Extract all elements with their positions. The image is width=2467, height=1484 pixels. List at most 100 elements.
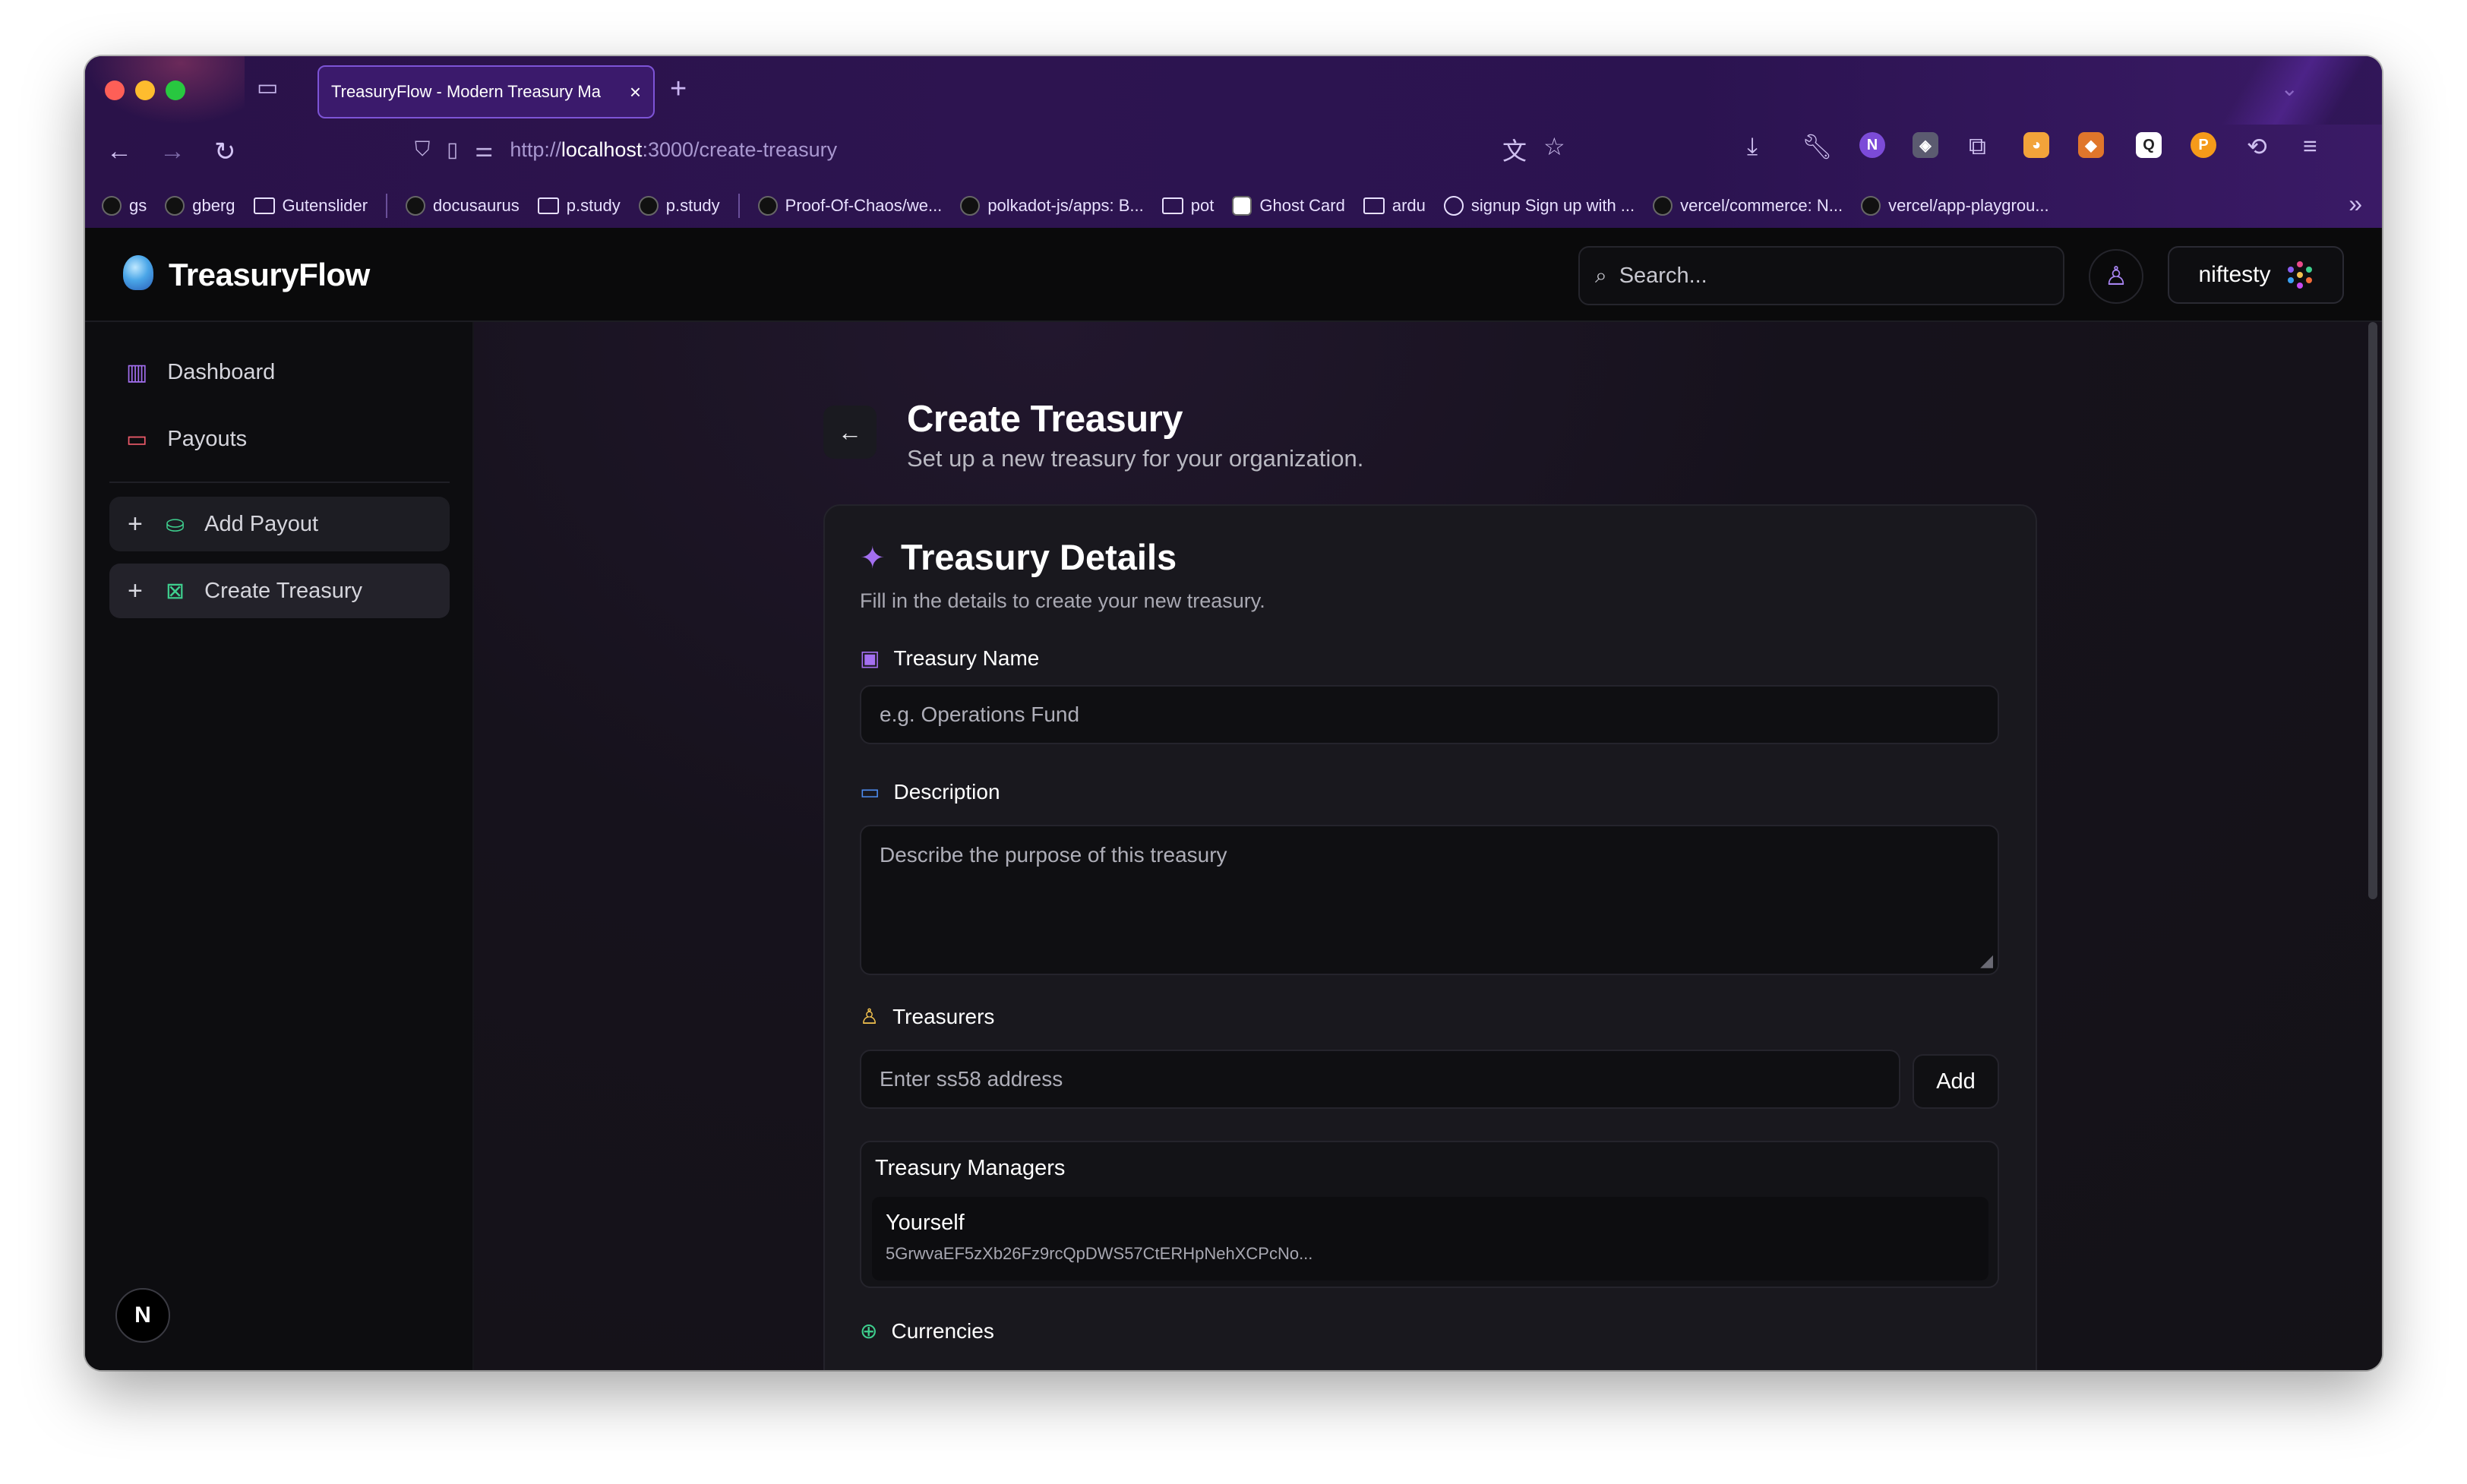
sidebar-divider — [109, 482, 450, 483]
sidebar-item-label: Dashboard — [167, 359, 276, 384]
ublock-extension-icon[interactable]: ◈ — [1913, 132, 1938, 158]
ghost-icon — [1232, 196, 1252, 216]
plus-icon: + — [128, 576, 143, 605]
metamask-extension-icon[interactable]: ◆ — [2078, 132, 2104, 158]
search-input[interactable]: ⌕ Search... — [1578, 246, 2064, 305]
bookmark-item[interactable]: gs — [102, 196, 147, 216]
bookmark-item[interactable]: Gutenslider — [253, 196, 368, 216]
bookmark-item[interactable]: ardu — [1363, 196, 1426, 216]
bookmark-item[interactable]: vercel/commerce: N... — [1653, 196, 1843, 216]
bookmark-item[interactable]: Ghost Card — [1232, 196, 1345, 216]
sidebar-item-dashboard[interactable]: ▥ Dashboard — [109, 345, 450, 399]
bookmark-item[interactable]: docusaurus — [406, 196, 520, 216]
tab-overview-icon[interactable]: ▭ — [257, 74, 278, 101]
currencies-label: ⊕ Currencies — [860, 1318, 994, 1343]
maximize-window-button[interactable] — [166, 81, 185, 100]
notion-extension-icon[interactable]: N — [1859, 132, 1885, 158]
folder-icon — [1363, 197, 1385, 214]
description-textarea[interactable]: Describe the purpose of this treasury ◢ — [860, 825, 1999, 975]
bookmark-item[interactable]: gberg — [165, 196, 235, 216]
bookmark-item[interactable]: p.study — [638, 196, 720, 216]
bookmark-separator — [386, 194, 388, 218]
folder-icon — [1161, 197, 1183, 214]
minimize-window-button[interactable] — [135, 81, 155, 100]
github-icon — [1653, 196, 1673, 216]
nextjs-devtools-button[interactable]: N — [115, 1288, 170, 1343]
create-treasury-label: Create Treasury — [204, 578, 363, 603]
manager-row: Yourself 5GrwvaEF5zXb26Fz9rcQpDWS57CtERH… — [872, 1197, 1988, 1280]
bookmark-item[interactable]: signup Sign up with ... — [1443, 196, 1635, 216]
create-treasury-button[interactable]: + ⊠ Create Treasury — [109, 564, 450, 618]
new-tab-button[interactable]: + — [670, 73, 687, 106]
bookmark-item[interactable]: Proof-Of-Chaos/we... — [757, 196, 942, 216]
github-icon — [757, 196, 778, 216]
treasurer-address-input[interactable]: Enter ss58 address — [860, 1050, 1900, 1109]
back-icon[interactable]: ← — [106, 137, 132, 166]
treasury-name-placeholder: e.g. Operations Fund — [880, 703, 1080, 726]
add-payout-label: Add Payout — [204, 511, 319, 536]
sync-icon[interactable]: ⟲ — [2247, 132, 2267, 161]
globe-icon — [1443, 196, 1464, 216]
github-icon — [165, 196, 185, 216]
coins-icon: ⛀ — [166, 511, 185, 537]
bookmark-item[interactable]: p.study — [537, 196, 621, 216]
shield-icon[interactable]: ⛉ — [415, 137, 430, 162]
brand-name[interactable]: TreasuryFlow — [169, 257, 370, 293]
address-bar[interactable]: ⛉ ▯ ⚌ http://localhost:3000/create-treas… — [404, 123, 1695, 176]
page-icon: ▯ — [447, 137, 459, 161]
scrollbar[interactable] — [2368, 322, 2377, 899]
account-button[interactable]: niftesty — [2168, 246, 2344, 304]
search-extension-icon[interactable]: Q — [2136, 132, 2162, 158]
treasury-name-input[interactable]: e.g. Operations Fund — [860, 685, 1999, 744]
arrow-left-icon: ← — [838, 418, 862, 446]
extensions-puzzle-icon[interactable]: ⧉ — [1969, 132, 1986, 161]
jellyfish-logo-icon — [123, 255, 153, 290]
add-treasurer-button[interactable]: Add — [1913, 1054, 1999, 1109]
bookmark-star-icon[interactable]: ☆ — [1543, 132, 1565, 161]
bar-chart-icon: ▥ — [126, 359, 148, 385]
browser-chrome: ▭ TreasuryFlow - Modern Treasury Ma × + … — [85, 56, 2382, 228]
bookmark-item[interactable]: vercel/app-playgrou... — [1861, 196, 2049, 216]
more-bookmarks-icon[interactable]: » — [2349, 190, 2362, 218]
folder-icon — [253, 197, 275, 214]
bookmarks-bar: gs gberg Gutenslider docusaurus p.study … — [85, 187, 2382, 225]
close-tab-icon[interactable]: × — [630, 81, 641, 104]
card-subtitle: Fill in the details to create your new t… — [860, 589, 1265, 612]
url-text[interactable]: http://localhost:3000/create-treasury — [510, 138, 837, 162]
globe-icon: ⊕ — [860, 1319, 878, 1343]
treasurers-label: ♙ Treasurers — [860, 1004, 995, 1029]
reload-icon[interactable]: ↻ — [214, 137, 236, 167]
back-button[interactable]: ← — [823, 406, 877, 459]
main-content: ← Create Treasury Set up a new treasury … — [474, 322, 2382, 1370]
download-icon[interactable]: ⤓ — [1747, 132, 1758, 161]
tab-title: TreasuryFlow - Modern Treasury Ma — [331, 82, 601, 101]
app-header: TreasuryFlow ⌕ Search... ♙ niftesty — [85, 228, 2382, 322]
close-window-button[interactable] — [105, 81, 125, 100]
polkadot-extension-icon[interactable]: P — [2191, 132, 2216, 158]
search-placeholder: Search... — [1619, 263, 1707, 288]
sparkles-icon: ✦ — [860, 542, 886, 575]
bookmark-item[interactable]: polkadot-js/apps: B... — [960, 196, 1144, 216]
site-permissions-icon[interactable]: ⚌ — [475, 138, 493, 162]
browser-tab-active[interactable]: TreasuryFlow - Modern Treasury Ma × — [317, 65, 655, 118]
pet-extension-icon[interactable]: ◕ — [2023, 132, 2049, 158]
wrench-icon[interactable]: 🔧︎ — [1802, 132, 1833, 161]
vault-icon: ⊠ — [166, 578, 185, 604]
wordpress-icon — [102, 196, 122, 216]
sidebar-item-label: Payouts — [167, 426, 248, 451]
polkadot-identicon-icon — [2286, 261, 2314, 289]
sidebar-item-payouts[interactable]: ▭ Payouts — [109, 412, 450, 466]
bookmark-item[interactable]: pot — [1161, 196, 1214, 216]
treasurer-address-placeholder: Enter ss58 address — [880, 1067, 1063, 1091]
forward-icon[interactable]: → — [160, 137, 185, 166]
treasury-details-card: ✦ Treasury Details Fill in the details t… — [823, 504, 2037, 1370]
tab-list-chevron-icon[interactable]: ⌄ — [2281, 76, 2298, 101]
menu-icon[interactable]: ≡ — [2303, 132, 2317, 160]
resize-handle-icon[interactable]: ◢ — [1980, 951, 1993, 971]
user-profile-button[interactable]: ♙ — [2089, 249, 2143, 304]
search-icon: ⌕ — [1595, 263, 1607, 287]
translate-icon[interactable]: 文 — [1502, 132, 1527, 167]
github-icon — [406, 196, 426, 216]
manager-name: Yourself — [886, 1211, 965, 1235]
add-payout-button[interactable]: + ⛀ Add Payout — [109, 497, 450, 551]
